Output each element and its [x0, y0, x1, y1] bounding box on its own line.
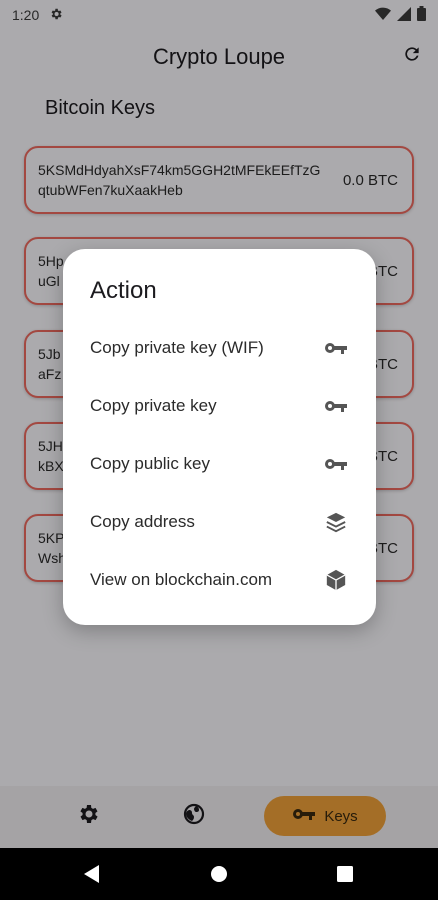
action-copy-private-key-wif[interactable]: Copy private key (WIF)	[63, 324, 376, 372]
system-recents-button[interactable]	[335, 864, 355, 884]
system-home-button[interactable]	[209, 864, 229, 884]
action-view-on-blockchain[interactable]: View on blockchain.com	[63, 556, 376, 604]
cube-icon	[324, 568, 348, 592]
action-label: Copy private key (WIF)	[90, 338, 264, 357]
key-icon	[324, 336, 348, 360]
action-copy-private-key[interactable]: Copy private key	[63, 382, 376, 430]
action-label: Copy address	[90, 512, 195, 531]
action-dialog: Action Copy private key (WIF) Copy priva…	[63, 249, 376, 625]
action-label: Copy private key	[90, 396, 217, 415]
key-icon	[324, 452, 348, 476]
dialog-title: Action	[90, 277, 157, 304]
system-back-button[interactable]	[82, 864, 102, 884]
layers-icon	[324, 510, 348, 534]
system-navigation-bar	[0, 848, 438, 900]
action-copy-address[interactable]: Copy address	[63, 498, 376, 546]
action-copy-public-key[interactable]: Copy public key	[63, 440, 376, 488]
action-label: View on blockchain.com	[90, 570, 273, 589]
action-label: Copy public key	[90, 454, 211, 473]
key-icon	[324, 394, 348, 418]
